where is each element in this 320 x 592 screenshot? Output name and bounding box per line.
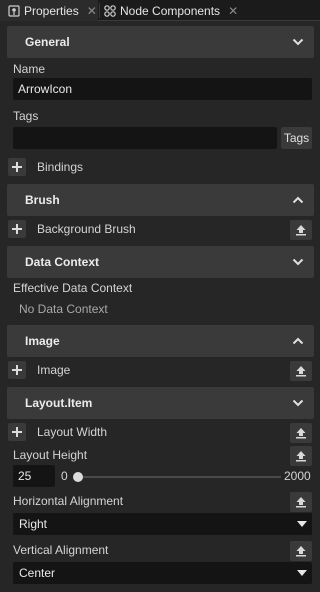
upload-icon bbox=[296, 497, 306, 508]
section-title: Data Context bbox=[25, 255, 100, 269]
push-button[interactable] bbox=[290, 446, 312, 466]
layout-height-label: Layout Height bbox=[13, 448, 88, 462]
section-layout-item-header[interactable]: Layout.Item bbox=[7, 387, 314, 419]
push-button[interactable] bbox=[290, 361, 312, 381]
close-icon[interactable]: ✕ bbox=[228, 4, 238, 18]
tab-properties[interactable]: Properties ✕ bbox=[0, 0, 98, 21]
horizontal-alignment-value: Right bbox=[19, 517, 48, 531]
tab-node-components[interactable]: Node Components ✕ bbox=[104, 0, 254, 21]
layout-height-slider[interactable] bbox=[77, 476, 281, 478]
push-button[interactable] bbox=[290, 423, 312, 443]
slider-max-label: 2000 bbox=[284, 469, 311, 483]
push-button[interactable] bbox=[290, 220, 312, 240]
caret-down-icon bbox=[297, 521, 307, 527]
layout-height-input[interactable]: 25 bbox=[13, 465, 55, 487]
vertical-alignment-value: Center bbox=[19, 566, 56, 580]
horizontal-alignment-label: Horizontal Alignment bbox=[13, 494, 124, 508]
effective-data-context-label: Effective Data Context bbox=[13, 281, 133, 295]
slider-min-label: 0 bbox=[61, 469, 68, 483]
section-data-context-header[interactable]: Data Context bbox=[7, 246, 314, 278]
vertical-alignment-label: Vertical Alignment bbox=[13, 543, 109, 557]
background-brush-label: Background Brush bbox=[37, 222, 136, 236]
tags-field[interactable] bbox=[13, 127, 277, 149]
section-title: Image bbox=[25, 334, 60, 348]
chevron-up-icon[interactable] bbox=[292, 335, 304, 347]
tags-label: Tags bbox=[13, 109, 39, 123]
tab-bar: Properties ✕ Node Components ✕ bbox=[0, 0, 320, 21]
tags-button[interactable]: Tags bbox=[281, 127, 312, 149]
section-general-header[interactable]: General bbox=[7, 26, 314, 58]
name-field[interactable]: ArrowIcon bbox=[13, 78, 312, 100]
properties-panel[interactable]: General Name ArrowIcon Tags Tags Binding… bbox=[0, 21, 320, 592]
tab-properties-label: Properties bbox=[24, 3, 79, 18]
vertical-alignment-dropdown[interactable]: Center bbox=[13, 562, 312, 584]
chevron-down-icon[interactable] bbox=[292, 397, 304, 409]
node-components-icon bbox=[104, 4, 116, 17]
section-title: Layout.Item bbox=[25, 396, 93, 410]
add-bindings-button[interactable] bbox=[8, 158, 26, 176]
effective-data-context-value: No Data Context bbox=[19, 302, 108, 316]
section-image-header[interactable]: Image bbox=[7, 325, 314, 357]
upload-icon bbox=[296, 366, 306, 377]
properties-icon bbox=[8, 4, 20, 17]
name-label: Name bbox=[13, 62, 46, 76]
close-icon[interactable]: ✕ bbox=[87, 4, 97, 18]
upload-icon bbox=[296, 428, 306, 439]
push-button[interactable] bbox=[290, 541, 312, 561]
add-background-brush-button[interactable] bbox=[8, 220, 26, 238]
add-image-button[interactable] bbox=[8, 361, 26, 379]
upload-icon bbox=[296, 451, 306, 462]
add-layout-width-button[interactable] bbox=[8, 423, 26, 441]
section-brush-header[interactable]: Brush bbox=[7, 184, 314, 216]
chevron-down-icon[interactable] bbox=[292, 256, 304, 268]
section-title: General bbox=[25, 35, 70, 49]
upload-icon bbox=[296, 546, 306, 557]
horizontal-alignment-dropdown[interactable]: Right bbox=[13, 513, 312, 535]
layout-width-label: Layout Width bbox=[37, 425, 108, 439]
image-label: Image bbox=[37, 363, 71, 377]
slider-thumb[interactable] bbox=[73, 472, 83, 482]
caret-down-icon bbox=[297, 570, 307, 576]
bindings-label: Bindings bbox=[37, 160, 84, 174]
chevron-up-icon[interactable] bbox=[292, 194, 304, 206]
upload-icon bbox=[296, 225, 306, 236]
section-title: Brush bbox=[25, 193, 60, 207]
chevron-down-icon[interactable] bbox=[292, 36, 304, 48]
tab-divider bbox=[99, 3, 100, 18]
tab-node-components-label: Node Components bbox=[120, 3, 221, 18]
push-button[interactable] bbox=[290, 492, 312, 512]
